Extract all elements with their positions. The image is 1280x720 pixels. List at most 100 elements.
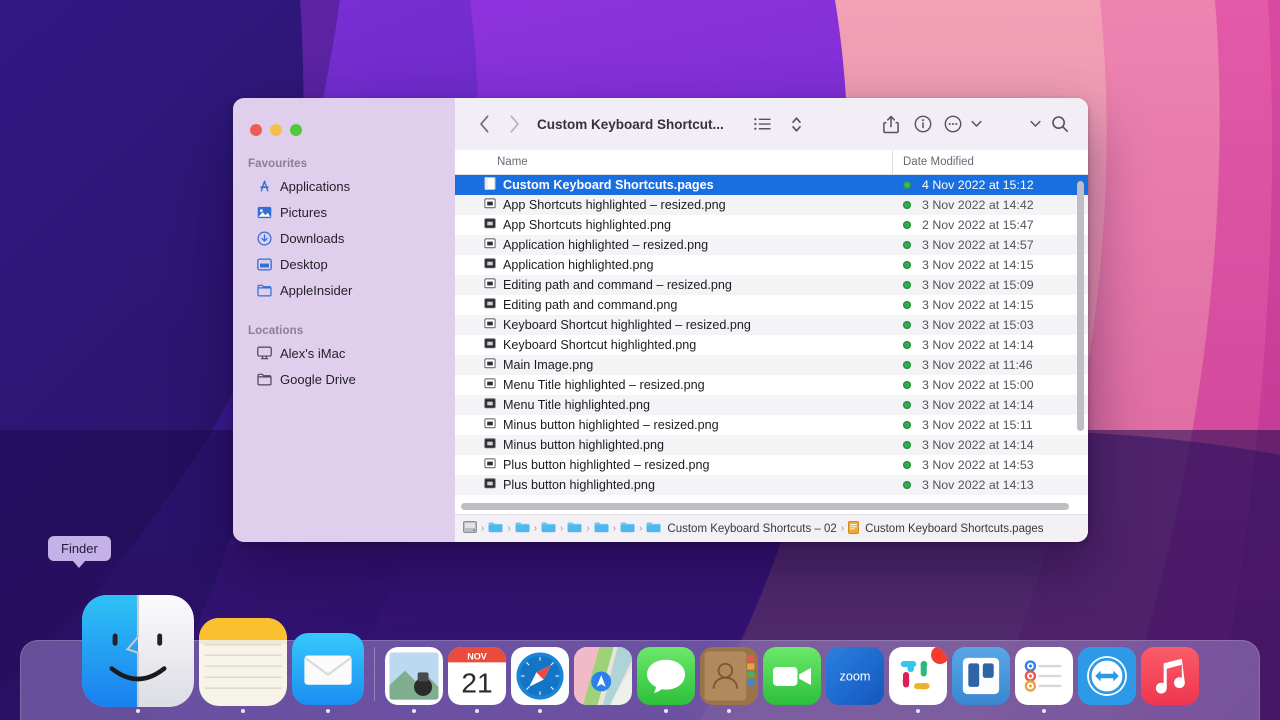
folder-icon — [256, 282, 272, 298]
path-bar-item[interactable] — [515, 521, 530, 536]
dock-item-finder[interactable] — [82, 595, 194, 713]
finder-window[interactable]: Favourites Applications Pictures Downloa… — [233, 98, 1088, 542]
slack-icon[interactable] — [889, 647, 947, 705]
more-chevron-down-icon[interactable] — [968, 109, 984, 139]
column-header-name[interactable]: Name — [455, 156, 892, 168]
table-row[interactable]: Main Image.png3 Nov 2022 at 11:46 — [455, 355, 1088, 375]
table-row[interactable]: Custom Keyboard Shortcuts.pages4 Nov 202… — [455, 175, 1088, 195]
mail-icon[interactable] — [292, 633, 364, 705]
share-button[interactable] — [876, 109, 906, 139]
table-row[interactable]: Menu Title highlighted.png3 Nov 2022 at … — [455, 395, 1088, 415]
dock-item-calendar[interactable]: NOV 21 — [448, 647, 506, 713]
sidebar-item-applications[interactable]: Applications — [241, 173, 447, 199]
more-button[interactable] — [940, 109, 966, 139]
dock-item-zoom[interactable]: zoom — [826, 647, 884, 713]
messages-icon[interactable] — [637, 647, 695, 705]
close-button[interactable] — [250, 124, 262, 136]
path-bar-item[interactable]: Custom Keyboard Shortcuts – 02 — [646, 521, 836, 536]
path-bar-item[interactable] — [594, 521, 609, 536]
table-row[interactable]: App Shortcuts highlighted.png2 Nov 2022 … — [455, 215, 1088, 235]
safari-icon[interactable] — [511, 647, 569, 705]
maximize-button[interactable] — [290, 124, 302, 136]
back-button[interactable] — [469, 109, 499, 139]
contacts-icon[interactable] — [700, 647, 758, 705]
path-bar-item[interactable] — [620, 521, 635, 536]
minimize-button[interactable] — [270, 124, 282, 136]
sidebar-item-alexs-imac[interactable]: Alex's iMac — [241, 340, 447, 366]
finder-icon[interactable] — [82, 595, 194, 707]
file-name-label: App Shortcuts highlighted.png — [503, 218, 671, 232]
file-name-cell: Plus button highlighted.png — [455, 477, 892, 493]
table-row[interactable]: Minus button highlighted.png3 Nov 2022 a… — [455, 435, 1088, 455]
notes-icon[interactable] — [199, 618, 287, 706]
path-bar-item[interactable] — [463, 521, 477, 536]
table-row[interactable]: Minus button highlighted – resized.png3 … — [455, 415, 1088, 435]
dock-item-facetime[interactable] — [763, 647, 821, 713]
dock-item-music[interactable] — [1141, 647, 1199, 713]
search-icon[interactable] — [1046, 109, 1074, 139]
path-bar-item[interactable]: Custom Keyboard Shortcuts.pages — [848, 521, 1043, 537]
sidebar-item-desktop[interactable]: Desktop — [241, 251, 447, 277]
dock-item-teamviewer[interactable] — [1078, 647, 1136, 713]
dock-item-notes[interactable] — [199, 618, 287, 713]
music-icon[interactable] — [1141, 647, 1199, 705]
dock-item-preview[interactable] — [385, 647, 443, 713]
file-name-label: Application highlighted.png — [503, 258, 654, 272]
tag-cell — [892, 221, 922, 229]
file-name-cell: Application highlighted – resized.png — [455, 237, 892, 253]
dock-item-slack[interactable] — [889, 647, 947, 713]
path-bar[interactable]: ›››››››Custom Keyboard Shortcuts – 02›Cu… — [455, 514, 1088, 542]
tag-cell — [892, 321, 922, 329]
sidebar-item-google-drive[interactable]: Google Drive — [241, 366, 447, 392]
table-row[interactable]: Application highlighted.png3 Nov 2022 at… — [455, 255, 1088, 275]
dock-item-messages[interactable] — [637, 647, 695, 713]
dock[interactable]: NOV 21 — [20, 640, 1260, 720]
preview-icon[interactable] — [385, 647, 443, 705]
dock-item-mail[interactable] — [292, 633, 364, 713]
info-button[interactable] — [908, 109, 938, 139]
sidebar-item-pictures[interactable]: Pictures — [241, 199, 447, 225]
path-bar-item[interactable] — [567, 521, 582, 536]
dock-item-safari[interactable] — [511, 647, 569, 713]
dock-item-trello[interactable] — [952, 647, 1010, 713]
path-bar-item[interactable] — [541, 521, 556, 536]
dock-item-reminders[interactable] — [1015, 647, 1073, 713]
table-row[interactable]: Plus button highlighted.png3 Nov 2022 at… — [455, 475, 1088, 495]
running-indicator — [853, 709, 857, 713]
tag-dot-green — [903, 321, 911, 329]
finder-main-pane: Custom Keyboard Shortcut... — [455, 98, 1088, 542]
calendar-icon[interactable]: NOV 21 — [448, 647, 506, 705]
facetime-icon[interactable] — [763, 647, 821, 705]
dock-item-contacts[interactable] — [700, 647, 758, 713]
table-row[interactable]: Editing path and command.png3 Nov 2022 a… — [455, 295, 1088, 315]
table-row[interactable]: Plus button highlighted – resized.png3 N… — [455, 455, 1088, 475]
toolbar-chevron-down-icon[interactable] — [1026, 109, 1044, 139]
group-by-button[interactable] — [782, 109, 812, 139]
zoom-icon[interactable]: zoom — [826, 647, 884, 705]
horizontal-scrollbar[interactable] — [461, 503, 1069, 510]
table-row[interactable]: Keyboard Shortcut highlighted – resized.… — [455, 315, 1088, 335]
trello-icon[interactable] — [952, 647, 1010, 705]
table-row[interactable]: Editing path and command – resized.png3 … — [455, 275, 1088, 295]
dock-item-maps[interactable] — [574, 647, 632, 713]
tag-dot-green — [903, 281, 911, 289]
file-name-cell: Menu Title highlighted – resized.png — [455, 377, 892, 393]
window-controls[interactable] — [233, 107, 455, 136]
sidebar-item-appleinsider[interactable]: AppleInsider — [241, 277, 447, 303]
maps-icon[interactable] — [574, 647, 632, 705]
teamviewer-icon[interactable] — [1078, 647, 1136, 705]
vertical-scrollbar[interactable] — [1077, 181, 1084, 431]
file-type-icon — [484, 297, 496, 313]
table-row[interactable]: App Shortcuts highlighted – resized.png3… — [455, 195, 1088, 215]
column-header-date-modified[interactable]: Date Modified — [892, 150, 1088, 174]
forward-button[interactable] — [499, 109, 529, 139]
file-list[interactable]: Custom Keyboard Shortcuts.pages4 Nov 202… — [455, 175, 1088, 514]
file-name-cell: Main Image.png — [455, 357, 892, 373]
table-row[interactable]: Menu Title highlighted – resized.png3 No… — [455, 375, 1088, 395]
list-view-button[interactable] — [748, 109, 778, 139]
path-bar-item[interactable] — [488, 521, 503, 536]
reminders-icon[interactable] — [1015, 647, 1073, 705]
table-row[interactable]: Application highlighted – resized.png3 N… — [455, 235, 1088, 255]
sidebar-item-downloads[interactable]: Downloads — [241, 225, 447, 251]
table-row[interactable]: Keyboard Shortcut highlighted.png3 Nov 2… — [455, 335, 1088, 355]
